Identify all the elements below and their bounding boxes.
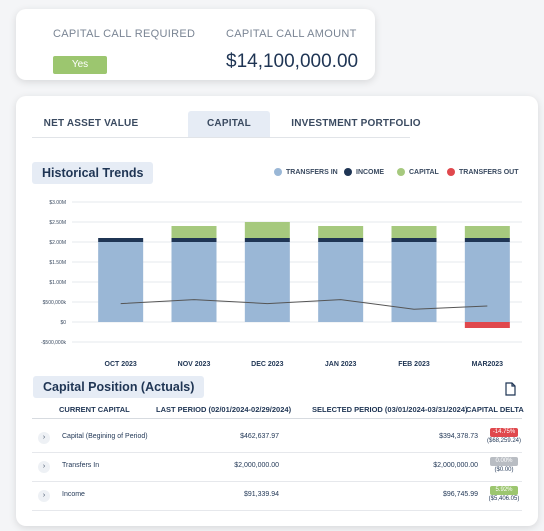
bar-segment (464, 238, 510, 242)
capital-call-required-label: CAPITAL CALL REQUIRED (53, 28, 196, 40)
capital-call-card: CAPITAL CALL REQUIRED Yes CAPITAL CALL A… (16, 9, 375, 80)
tab-investment-portfolio[interactable]: INVESTMENT PORTFOLIO (286, 111, 426, 137)
bar-segment (391, 238, 437, 242)
delta-amount: ($5,406.05) (488, 496, 520, 502)
y-tick-label: $1.50M (49, 260, 66, 266)
tab-bar: NET ASSET VALUE CAPITAL INVESTMENT PORTF… (32, 111, 421, 138)
x-tick-label: OCT 2023 (105, 361, 137, 368)
bar-segment (171, 238, 217, 242)
header-last-period: LAST PERIOD (02/01/2024-02/29/2024) (156, 405, 292, 414)
capital-call-amount-label: CAPITAL CALL AMOUNT (226, 28, 357, 40)
x-tick-label: DEC 2023 (251, 361, 283, 368)
row-selected-period-value: $2,000,000.00 (433, 462, 478, 469)
row-selected-period-value: $394,378.73 (439, 433, 478, 440)
row-name: Capital (Begining of Period) (62, 433, 148, 440)
bar-segment (171, 242, 217, 322)
expand-chevron-icon[interactable]: › (38, 432, 50, 444)
table-divider (32, 418, 522, 419)
y-tick-label: $3.00M (49, 200, 66, 206)
bar-segment (244, 238, 290, 242)
row-name: Transfers In (62, 462, 100, 469)
legend-dot (397, 168, 405, 176)
x-tick-label: FEB 2023 (398, 361, 430, 368)
y-tick-label: $0 (60, 320, 66, 326)
delta-percent-badge: -14.75% (490, 428, 518, 437)
table-row: › Transfers In $2,000,000.00 $2,000,000.… (32, 452, 522, 482)
historical-trends-title: Historical Trends (32, 162, 154, 184)
table-row: › Capital (Begining of Period) $462,637.… (32, 423, 522, 453)
row-last-period-value: $462,637.97 (240, 433, 279, 440)
bar-segment (464, 322, 510, 328)
tab-net-asset-value[interactable]: NET ASSET VALUE (32, 111, 150, 137)
delta-amount: ($68,259.24) (486, 438, 522, 444)
capital-panel: NET ASSET VALUE CAPITAL INVESTMENT PORTF… (16, 96, 538, 526)
row-last-period-value: $91,339.94 (243, 491, 279, 498)
table-row: › Income $91,339.94 $96,745.99 5.92% ($5… (32, 481, 522, 511)
tab-capital[interactable]: CAPITAL (188, 111, 270, 137)
capital-position-title: Capital Position (Actuals) (33, 376, 205, 398)
bar-segment (464, 226, 510, 238)
legend-dot (274, 168, 282, 176)
delta-percent-badge: 5.92% (490, 486, 518, 495)
bar-segment (244, 222, 290, 238)
capital-call-amount-value: $14,100,000.00 (226, 51, 359, 72)
row-name: Income (62, 491, 85, 498)
expand-chevron-icon[interactable]: › (38, 461, 50, 473)
y-tick-label: $500,000k (43, 300, 67, 306)
row-selected-period-value: $96,745.99 (442, 491, 478, 498)
x-tick-label: NOV 2023 (178, 361, 211, 368)
bar-segment (318, 242, 364, 322)
legend-item-transfers-out[interactable]: TRANSFERS OUT (447, 168, 519, 176)
x-tick-label: MAR2023 (472, 361, 504, 368)
bar-segment (391, 226, 437, 238)
legend-item-transfers-in[interactable]: TRANSFERS IN (274, 168, 338, 176)
bar-segment (318, 226, 364, 238)
legend-item-capital[interactable]: CAPITAL (397, 168, 439, 176)
row-delta: 5.92% ($5,406.05) (486, 486, 522, 502)
bar-segment (98, 242, 144, 322)
header-current-capital: CURRENT CAPITAL (59, 405, 130, 414)
delta-percent-badge: 0.00% (490, 457, 518, 466)
legend-label: TRANSFERS OUT (459, 169, 519, 176)
y-tick-label: $1.00M (49, 280, 66, 286)
historical-trends-chart: $3.00M $2.50M $2.00M $1.50M $1.00M $500,000k $… (41, 200, 522, 368)
bar-segment (391, 242, 437, 322)
y-tick-label: $2.00M (49, 240, 66, 246)
legend-item-income[interactable]: INCOME (344, 168, 384, 176)
legend-label: CAPITAL (409, 169, 439, 176)
bar-segment (171, 226, 217, 238)
x-tick-label: JAN 2023 (325, 361, 357, 368)
y-tick-label: -$500,000k (41, 340, 67, 346)
capital-call-required-badge: Yes (53, 56, 107, 74)
header-capital-delta: CAPITAL DELTA (466, 405, 524, 414)
bar-segment (244, 242, 290, 322)
row-delta: 0.00% ($0.00) (486, 457, 522, 473)
header-selected-period: SELECTED PERIOD (03/01/2024-03/31/2024) (312, 405, 468, 414)
row-delta: -14.75% ($68,259.24) (486, 428, 522, 444)
bar-segment (98, 238, 144, 242)
legend-label: INCOME (356, 169, 384, 176)
delta-amount: ($0.00) (494, 467, 514, 473)
expand-chevron-icon[interactable]: › (38, 490, 50, 502)
bar-segment (318, 238, 364, 242)
row-last-period-value: $2,000,000.00 (234, 462, 279, 469)
legend-dot (447, 168, 455, 176)
legend-label: TRANSFERS IN (286, 169, 338, 176)
y-tick-label: $2.50M (49, 220, 66, 226)
bar-segment (464, 242, 510, 322)
document-icon[interactable] (505, 382, 516, 396)
legend-dot (344, 168, 352, 176)
